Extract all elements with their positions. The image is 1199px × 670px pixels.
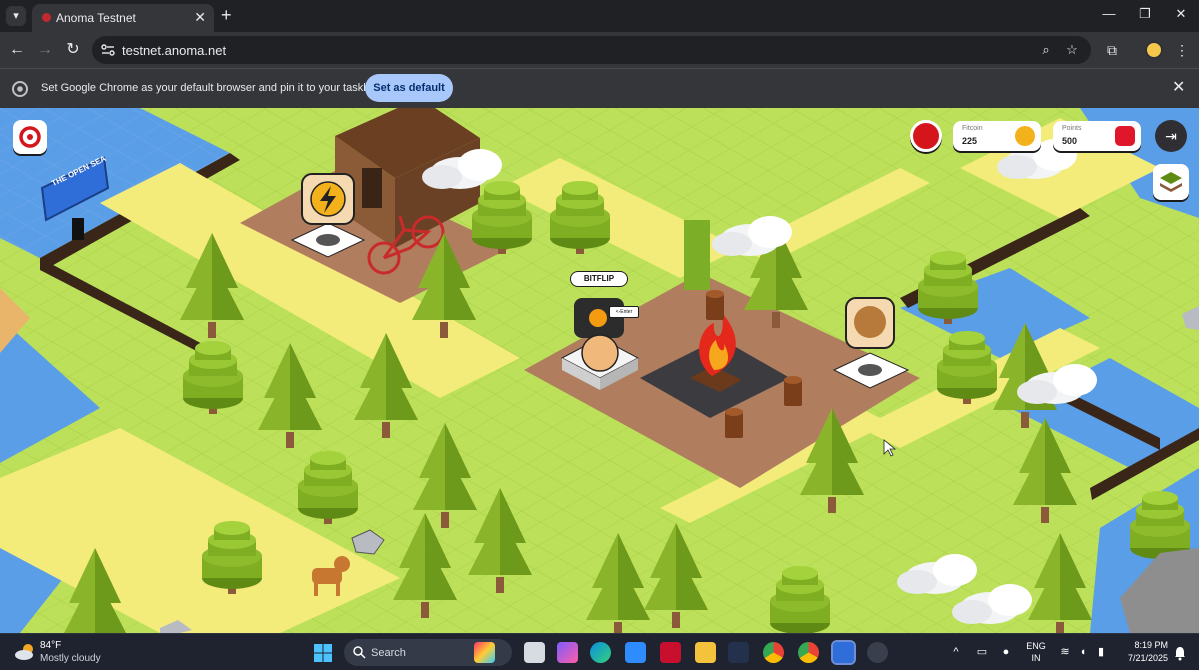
microphone-icon[interactable]: ● bbox=[998, 645, 1014, 659]
points-label: Points bbox=[1062, 125, 1082, 132]
address-bar[interactable]: testnet.anoma.net ⌕ ☆ bbox=[92, 36, 1091, 64]
search-placeholder: Search bbox=[371, 647, 406, 659]
tab-title: Anoma Testnet bbox=[56, 11, 136, 25]
lightning-icon bbox=[1015, 126, 1035, 146]
menu-dots-icon[interactable]: ⋮ bbox=[1173, 41, 1191, 59]
volume-icon[interactable]: ◖ bbox=[1075, 645, 1091, 659]
site-settings-icon[interactable] bbox=[100, 42, 116, 58]
points-counter: Points 500 bbox=[1053, 121, 1141, 151]
tray-app-icon[interactable]: ▭ bbox=[974, 645, 990, 659]
extensions-icon[interactable]: ⧉ bbox=[1103, 41, 1121, 59]
copilot-icon[interactable] bbox=[557, 642, 578, 663]
back-icon[interactable]: ← bbox=[7, 40, 27, 60]
bookmark-star-icon[interactable]: ☆ bbox=[1064, 42, 1080, 58]
clock-time[interactable]: 8:19 PM bbox=[1116, 640, 1168, 650]
tab-strip: ▾ Anoma Testnet ✕ + — ❐ ✕ bbox=[0, 0, 1199, 32]
fitcoin-label: Fitcoin bbox=[962, 125, 983, 132]
weather-desc: Mostly cloudy bbox=[40, 653, 101, 664]
search-icon bbox=[353, 646, 366, 659]
map-layers-button[interactable] bbox=[1153, 164, 1189, 200]
points-icon bbox=[1115, 126, 1135, 146]
close-icon[interactable]: ✕ bbox=[1172, 79, 1185, 97]
zoom-icon[interactable]: ⌕ bbox=[1038, 42, 1054, 58]
wifi-icon[interactable]: ≋ bbox=[1057, 645, 1073, 659]
inventory-button[interactable] bbox=[910, 120, 942, 152]
app-icon[interactable] bbox=[728, 642, 749, 663]
forward-icon[interactable]: → bbox=[35, 40, 55, 60]
active-app-icon[interactable] bbox=[831, 640, 856, 665]
tray-chevron-icon[interactable]: ^ bbox=[948, 645, 964, 659]
weather-cloud-icon[interactable] bbox=[14, 641, 36, 663]
layers-icon bbox=[1160, 172, 1182, 192]
minimize-icon[interactable]: — bbox=[1097, 6, 1121, 21]
reload-icon[interactable]: ↻ bbox=[63, 40, 83, 60]
task-view-icon[interactable] bbox=[524, 642, 545, 663]
windows-taskbar: 84°F Mostly cloudy Search ^ ▭ ● ENG IN ≋… bbox=[0, 633, 1199, 670]
tab-search-icon[interactable]: ▾ bbox=[6, 6, 26, 26]
edge-icon[interactable] bbox=[590, 642, 611, 663]
store-icon[interactable] bbox=[625, 642, 646, 663]
notification-bell-icon[interactable] bbox=[1172, 645, 1188, 661]
maximize-icon[interactable]: ❐ bbox=[1133, 6, 1157, 22]
browser-toolbar: ← → ↻ testnet.anoma.net ⌕ ☆ ⧉ ⋮ bbox=[0, 32, 1199, 68]
anoma-logo-icon bbox=[19, 126, 41, 148]
new-tab-icon[interactable]: + bbox=[221, 5, 232, 25]
url-text: testnet.anoma.net bbox=[122, 43, 227, 58]
fitcoin-counter: Fitcoin 225 bbox=[953, 121, 1041, 151]
copilot-badge-icon[interactable] bbox=[474, 642, 495, 663]
set-default-button[interactable]: Set as default bbox=[365, 74, 453, 102]
anoma-logo[interactable] bbox=[13, 120, 47, 154]
favicon-icon bbox=[42, 13, 51, 22]
file-explorer-icon[interactable] bbox=[695, 642, 716, 663]
isometric-world bbox=[0, 108, 1199, 633]
enter-hint: <-Enter bbox=[609, 306, 639, 318]
game-canvas[interactable]: THE OPEN SEA BITFLIP <-Enter Fitcoin 225… bbox=[0, 108, 1199, 633]
tab-anoma-testnet[interactable]: Anoma Testnet ✕ bbox=[32, 4, 214, 32]
clock-date[interactable]: 7/21/2025 bbox=[1106, 653, 1168, 663]
chrome-logo-icon bbox=[12, 81, 28, 97]
language-indicator[interactable]: ENG IN bbox=[1023, 640, 1049, 664]
points-value: 500 bbox=[1062, 136, 1078, 146]
windows-start-icon[interactable] bbox=[313, 643, 333, 663]
close-icon[interactable]: ✕ bbox=[194, 9, 206, 25]
default-browser-infobar: Set Google Chrome as your default browse… bbox=[0, 68, 1199, 108]
chrome-profile-icon[interactable] bbox=[798, 642, 819, 663]
energy-station bbox=[290, 173, 366, 258]
window-close-icon[interactable]: ✕ bbox=[1169, 6, 1193, 22]
avatar[interactable] bbox=[1145, 41, 1163, 59]
logout-button[interactable]: ⇥ bbox=[1155, 120, 1187, 152]
fitcoin-value: 225 bbox=[962, 136, 978, 146]
language-code: ENG bbox=[1026, 641, 1046, 651]
language-region: IN bbox=[1031, 653, 1041, 663]
mcafee-icon[interactable] bbox=[660, 642, 681, 663]
record-app-icon[interactable] bbox=[867, 642, 888, 663]
npc-name-tag: BITFLIP bbox=[570, 271, 628, 287]
chrome-icon[interactable] bbox=[763, 642, 784, 663]
weather-temp: 84°F bbox=[40, 640, 62, 651]
infobar-message: Set Google Chrome as your default browse… bbox=[41, 82, 380, 94]
